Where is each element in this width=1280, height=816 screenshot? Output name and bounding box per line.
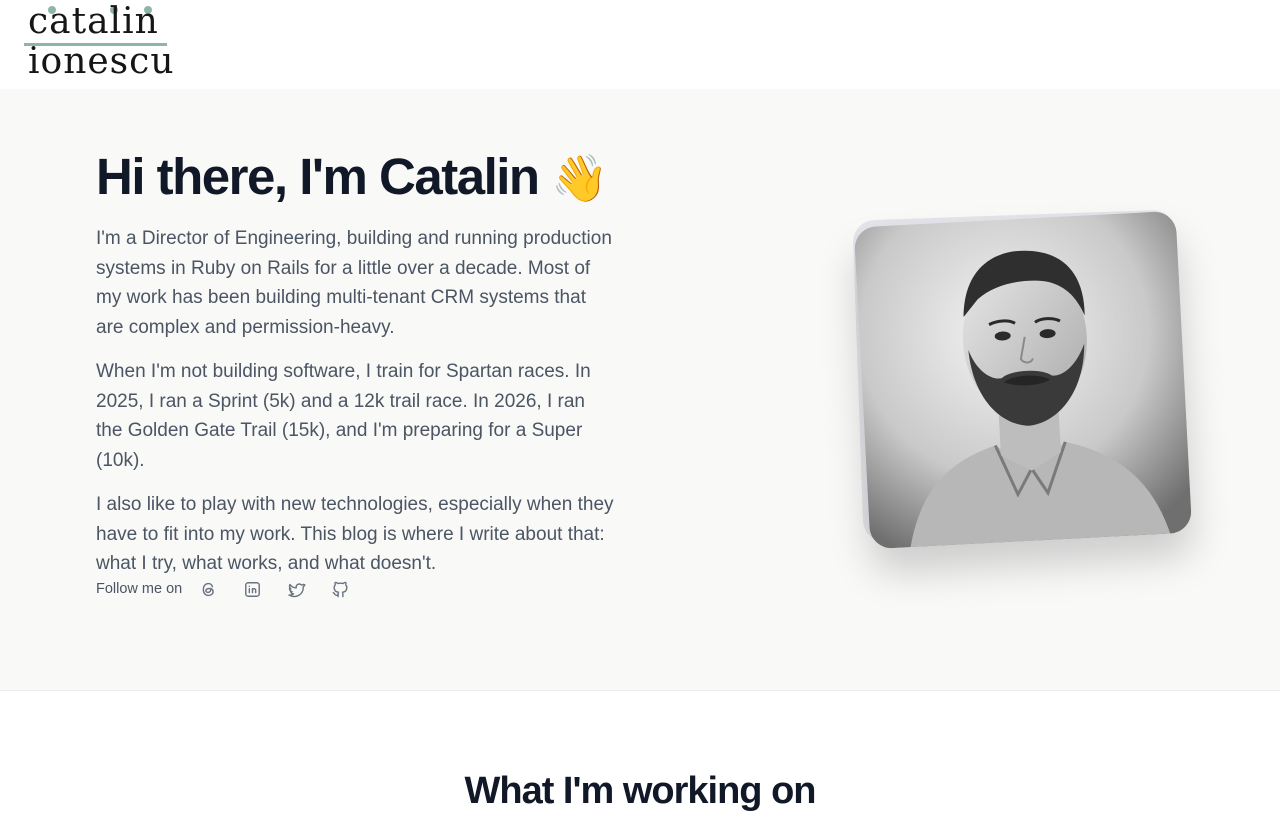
linkedin-icon[interactable] bbox=[242, 579, 262, 599]
hero-section: Hi there, I'm Catalin 👋 I'm a Director o… bbox=[0, 89, 1280, 691]
site-header: catalin ionescu bbox=[0, 0, 1280, 90]
follow-label: Follow me on bbox=[96, 581, 183, 597]
twitter-icon[interactable] bbox=[286, 579, 306, 599]
section-title-working-on: What I'm working on bbox=[464, 770, 816, 812]
logo-line-2: ionescu bbox=[28, 41, 175, 82]
site-logo[interactable]: catalin ionescu bbox=[24, 1, 174, 82]
hero-title: Hi there, I'm Catalin 👋 bbox=[96, 145, 616, 210]
threads-icon[interactable] bbox=[198, 579, 218, 599]
github-icon[interactable] bbox=[330, 579, 350, 599]
training-paragraph: When I'm not building software, I train … bbox=[96, 361, 591, 471]
logo-line-1: catalin bbox=[28, 1, 159, 42]
hero-title-text: Hi there, I'm Catalin bbox=[96, 148, 540, 205]
profile-photo-frame bbox=[850, 207, 1200, 557]
hero-text: Hi there, I'm Catalin 👋 I'm a Director o… bbox=[96, 145, 616, 579]
intro-paragraph: I'm a Director of Engineering, building … bbox=[96, 228, 612, 338]
profile-photo bbox=[853, 210, 1193, 550]
follow-links: Follow me on bbox=[96, 579, 374, 599]
waving-hand-icon: 👋 bbox=[551, 152, 609, 204]
blog-paragraph: I also like to play with new technologie… bbox=[96, 494, 614, 574]
